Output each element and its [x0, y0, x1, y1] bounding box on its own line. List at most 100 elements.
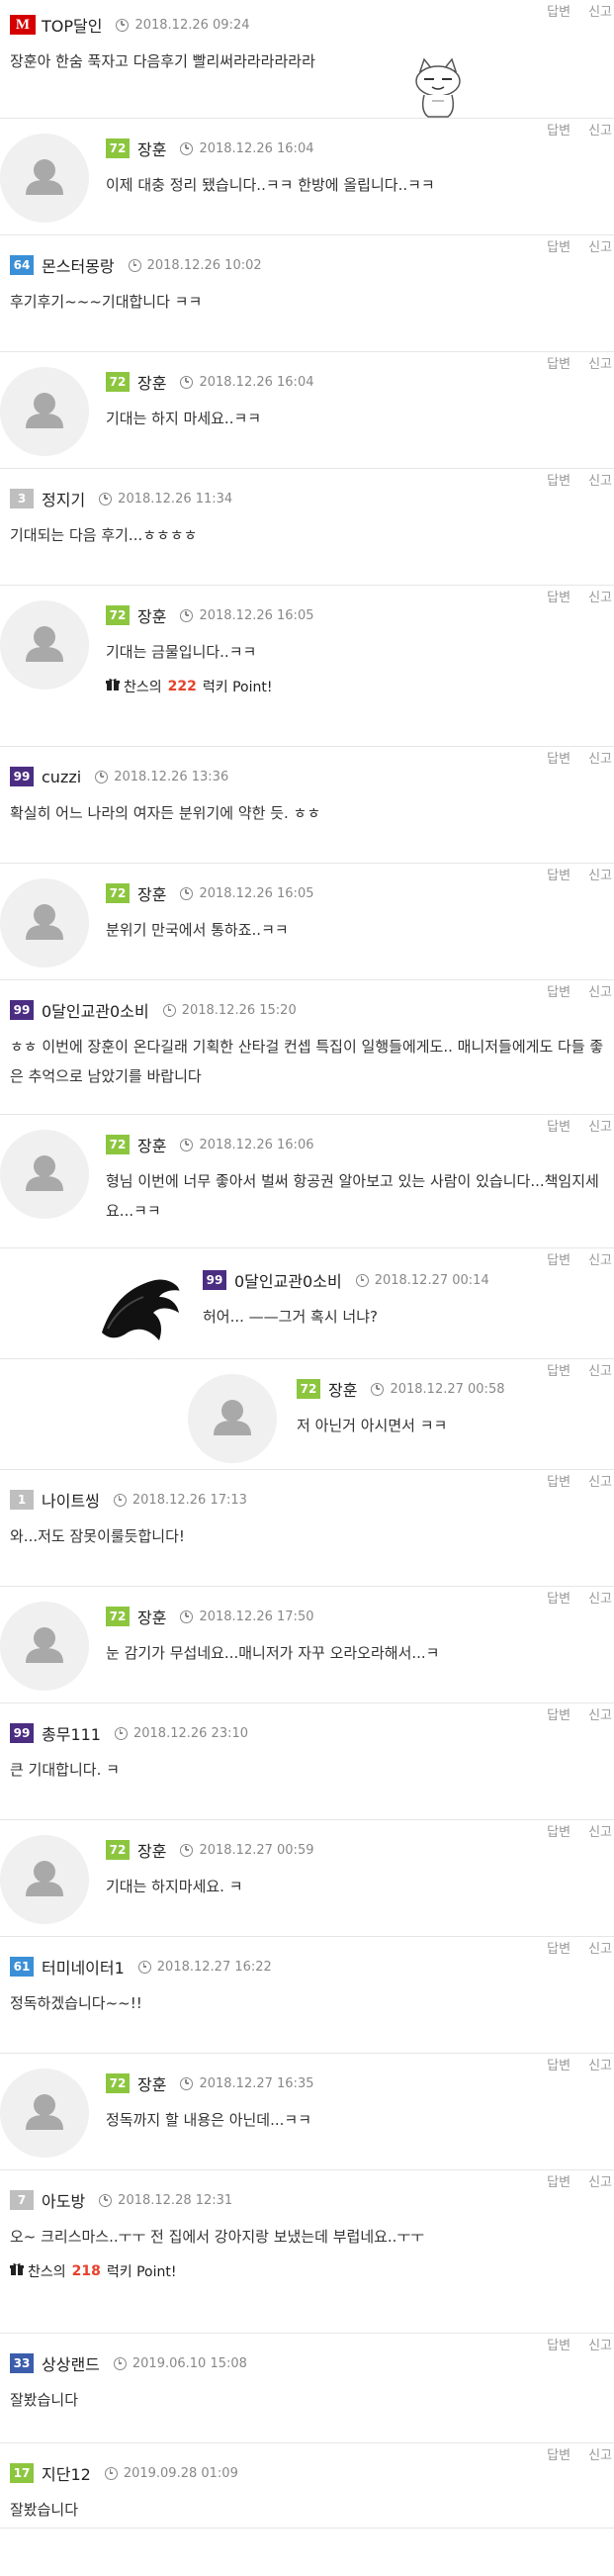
avatar[interactable] [0, 600, 89, 690]
report-button[interactable]: 신고 [588, 2171, 612, 2190]
comment-text: 와...저도 잠못이룰듯합니다! [10, 1527, 185, 1545]
report-button[interactable]: 신고 [588, 1704, 612, 1723]
comment-date: 2018.12.26 16:06 [199, 1137, 314, 1152]
report-button[interactable]: 신고 [588, 587, 612, 605]
reply-button[interactable]: 답변 [547, 748, 570, 767]
reply-button[interactable]: 답변 [547, 1938, 570, 1957]
avatar[interactable] [0, 878, 89, 967]
comment-item: 1 나이트씽 2018.12.26 17:13 답변 신고 와...저도 잠못이룰듯합니다… [0, 1470, 614, 1587]
reply-button[interactable]: 답변 [547, 1116, 570, 1135]
nickname[interactable]: cuzzi [42, 768, 81, 786]
nickname[interactable]: 0달인교관0소비 [234, 1268, 342, 1292]
avatar[interactable] [0, 134, 89, 223]
nickname[interactable]: 총무111 [42, 1721, 101, 1745]
reply-button[interactable]: 답변 [547, 1588, 570, 1607]
clock-icon [95, 770, 109, 783]
comment-item: 72 장훈 2018.12.26 16:05 답변 신고 기대는 금물입니다..ㅋㅋ 찬스의… [0, 586, 614, 747]
report-button[interactable]: 신고 [588, 865, 612, 883]
nickname[interactable]: 터미네이터1 [42, 1955, 125, 1978]
nickname[interactable]: 나이트씽 [42, 1488, 100, 1512]
nickname[interactable]: 장훈 [137, 881, 166, 905]
reply-button[interactable]: 답변 [547, 1471, 570, 1490]
nickname[interactable]: 상상랜드 [42, 2351, 100, 2375]
reply-button[interactable]: 답변 [547, 2335, 570, 2353]
report-button[interactable]: 신고 [588, 1360, 612, 1379]
level-badge: 64 [10, 255, 34, 275]
nickname[interactable]: 몬스터몽랑 [42, 253, 115, 277]
reply-button[interactable]: 답변 [547, 2171, 570, 2190]
comment-text: 큰 기대합니다. ㅋ [10, 1761, 120, 1779]
nickname[interactable]: 0달인교관0소비 [42, 998, 149, 1022]
comment-header: 7 아도방 2018.12.28 12:31 [10, 2188, 614, 2212]
comment-item: 7 아도방 2018.12.28 12:31 답변 신고 오~ 크리스마스..ㅜㅜ 전 집… [0, 2170, 614, 2334]
comment-actions: 답변 신고 [529, 2054, 612, 2073]
reply-button[interactable]: 답변 [547, 120, 570, 138]
nickname[interactable]: 장훈 [137, 137, 166, 160]
top-rank-badge: M [10, 15, 36, 35]
comment-header: 72 장훈 2018.12.27 00:59 [106, 1838, 614, 1862]
nickname[interactable]: 지단12 [42, 2461, 91, 2485]
report-button[interactable]: 신고 [588, 1116, 612, 1135]
clock-icon [180, 886, 194, 900]
report-button[interactable]: 신고 [588, 1, 612, 20]
report-button[interactable]: 신고 [588, 981, 612, 1000]
avatar[interactable] [0, 367, 89, 456]
nickname[interactable]: 장훈 [328, 1377, 357, 1401]
nickname[interactable]: 장훈 [137, 1838, 166, 1862]
report-button[interactable]: 신고 [588, 1821, 612, 1840]
point-value: 222 [167, 679, 197, 694]
avatar[interactable] [0, 1602, 89, 1691]
avatar[interactable] [188, 1374, 277, 1463]
clock-icon [162, 1003, 176, 1017]
reply-button[interactable]: 답변 [547, 236, 570, 255]
reply-button[interactable]: 답변 [547, 2444, 570, 2463]
reply-button[interactable]: 답변 [547, 470, 570, 489]
reply-button[interactable]: 답변 [547, 1704, 570, 1723]
reply-button[interactable]: 답변 [547, 2055, 570, 2073]
nickname[interactable]: 장훈 [137, 2071, 166, 2095]
report-button[interactable]: 신고 [588, 748, 612, 767]
lucky-point-notice: 찬스의 218 럭키 Point! [10, 2261, 614, 2281]
comment-actions: 답변 신고 [529, 1937, 612, 1957]
reply-button[interactable]: 답변 [547, 587, 570, 605]
comment-text: 허어... ——그거 혹시 너냐? [203, 1308, 378, 1326]
report-button[interactable]: 신고 [588, 1471, 612, 1490]
avatar[interactable] [0, 1835, 89, 1924]
reply-button[interactable]: 답변 [547, 1, 570, 20]
nickname[interactable]: 장훈 [137, 1133, 166, 1156]
comment-item: 72 장훈 2018.12.26 16:06 답변 신고 형님 이번에 너무 좋아서 벌써… [0, 1115, 614, 1248]
comment-text: 기대는 하지 마세요..ㅋㅋ [106, 410, 262, 427]
level-badge: 61 [10, 1957, 34, 1977]
clock-icon [355, 1273, 369, 1287]
nickname[interactable]: 장훈 [137, 370, 166, 394]
reply-button[interactable]: 답변 [547, 1360, 570, 1379]
report-button[interactable]: 신고 [588, 236, 612, 255]
nickname[interactable]: TOP달인 [42, 13, 102, 37]
comment-header: 72 장훈 2018.12.26 16:05 [106, 881, 614, 905]
report-button[interactable]: 신고 [588, 1938, 612, 1957]
report-button[interactable]: 신고 [588, 2444, 612, 2463]
nickname[interactable]: 장훈 [137, 603, 166, 627]
nickname[interactable]: 정지기 [42, 487, 85, 510]
report-button[interactable]: 신고 [588, 1588, 612, 1607]
report-button[interactable]: 신고 [588, 1249, 612, 1268]
nickname[interactable]: 아도방 [42, 2188, 85, 2212]
report-button[interactable]: 신고 [588, 120, 612, 138]
reply-button[interactable]: 답변 [547, 981, 570, 1000]
comment-item: 72 장훈 2018.12.26 16:04 답변 신고 이제 대충 정리 됐습니다..ㅋ… [0, 119, 614, 235]
avatar[interactable] [0, 2069, 89, 2158]
avatar[interactable] [0, 1130, 89, 1219]
nickname[interactable]: 장훈 [137, 1605, 166, 1628]
avatar[interactable] [94, 1263, 183, 1352]
reply-button[interactable]: 답변 [547, 865, 570, 883]
comment-text: 분위기 만국에서 통하죠..ㅋㅋ [106, 921, 289, 939]
reply-button[interactable]: 답변 [547, 1249, 570, 1268]
reply-button[interactable]: 답변 [547, 353, 570, 372]
report-button[interactable]: 신고 [588, 353, 612, 372]
comment-actions: 답변 신고 [529, 1359, 612, 1379]
clock-icon [128, 258, 141, 272]
reply-button[interactable]: 답변 [547, 1821, 570, 1840]
report-button[interactable]: 신고 [588, 2335, 612, 2353]
report-button[interactable]: 신고 [588, 2055, 612, 2073]
report-button[interactable]: 신고 [588, 470, 612, 489]
